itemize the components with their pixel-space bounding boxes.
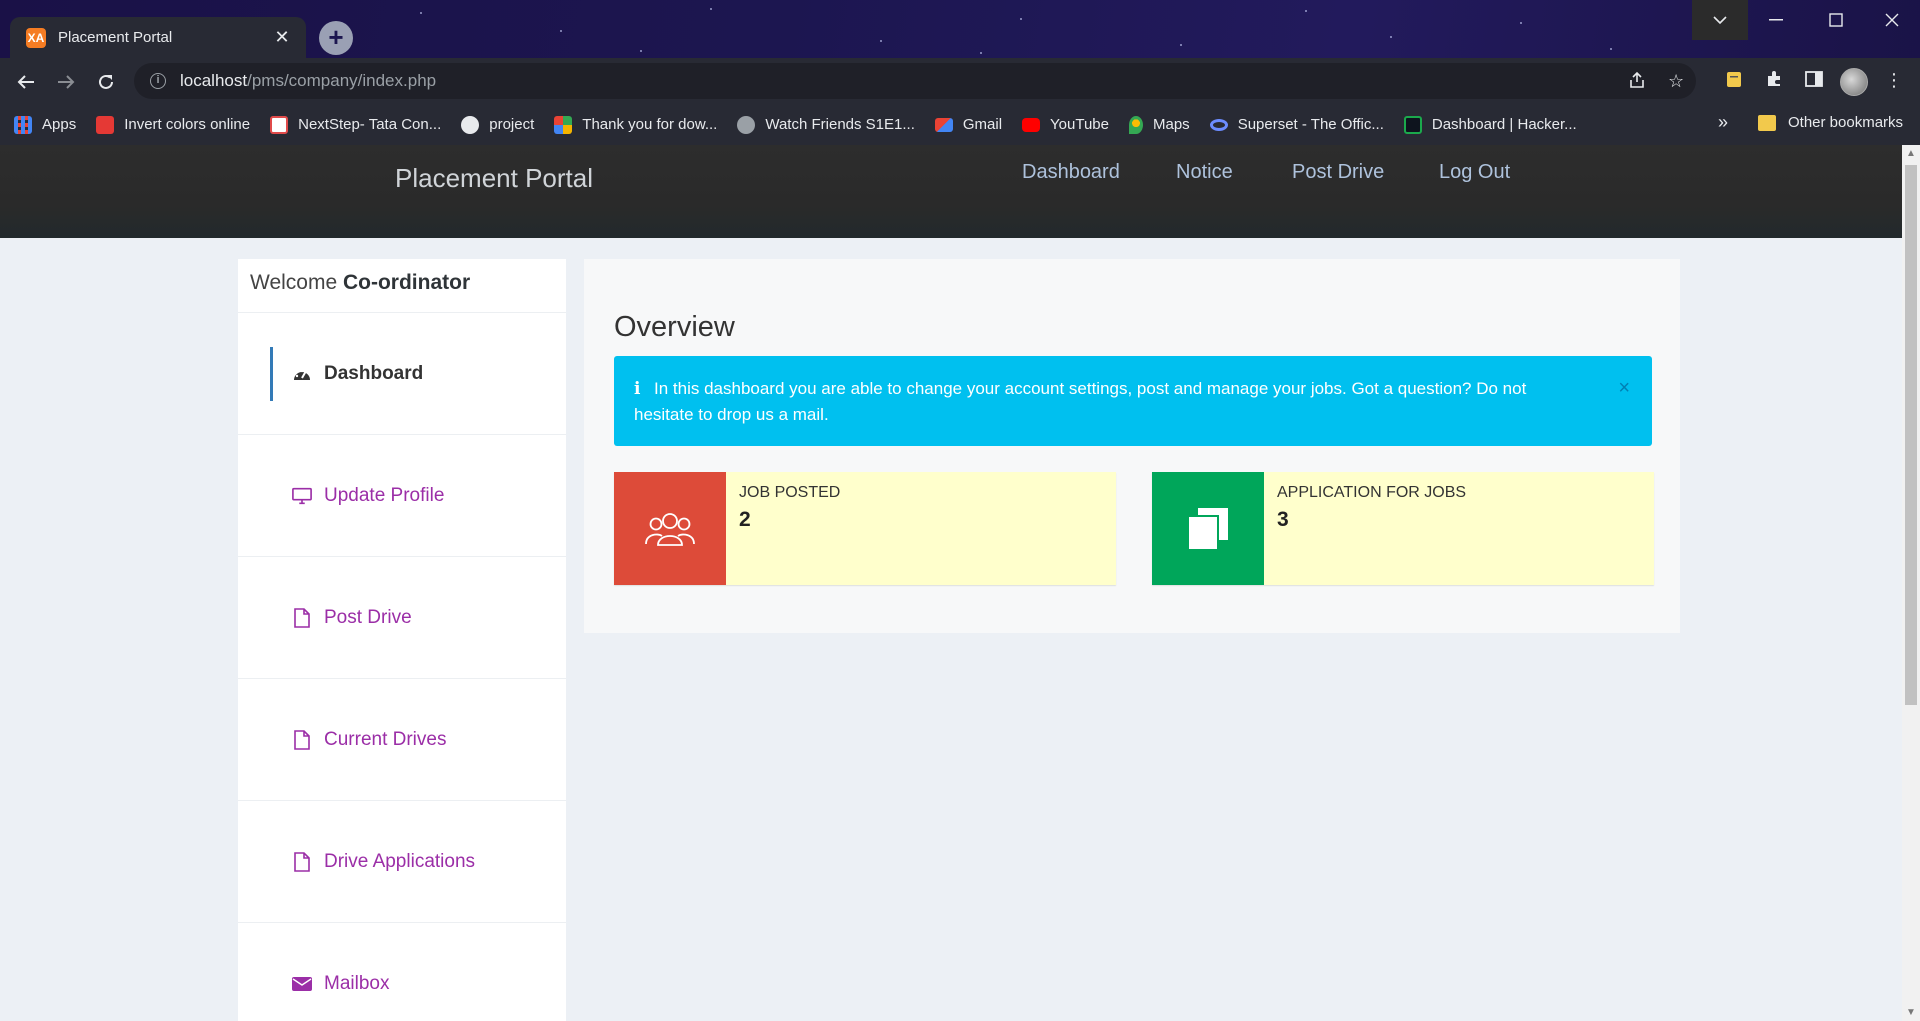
url-text: localhost/pms/company/index.php xyxy=(180,71,437,90)
page-title: Overview xyxy=(614,311,735,343)
welcome-header: Welcome Co-ordinator xyxy=(238,259,566,313)
bookmark-gmail[interactable]: Gmail xyxy=(934,116,1002,133)
forward-arrow-icon[interactable] xyxy=(50,66,82,98)
gmail-icon xyxy=(934,117,953,132)
youtube-icon xyxy=(1022,117,1041,132)
back-arrow-icon[interactable] xyxy=(10,66,42,98)
bookmark-watch-friends[interactable]: Watch Friends S1E1... xyxy=(737,115,915,134)
stat-label: JOB POSTED xyxy=(739,484,841,501)
bookmark-nextstep[interactable]: NextStep- Tata Con... xyxy=(270,115,441,134)
site-info-icon[interactable]: i xyxy=(150,73,166,89)
notes-extension-icon[interactable] xyxy=(1722,70,1746,94)
file-icon xyxy=(292,607,312,628)
sidebar: Welcome Co-ordinator Dashboard Update Pr… xyxy=(238,259,566,1021)
browser-menu-icon[interactable]: ⋮ xyxy=(1882,70,1906,94)
share-icon[interactable] xyxy=(1628,71,1646,94)
reload-icon[interactable] xyxy=(90,66,122,98)
tree-icon xyxy=(96,115,115,134)
bookmark-invert-colors[interactable]: Invert colors online xyxy=(96,115,250,134)
info-icon: i xyxy=(634,379,641,399)
browser-tab[interactable]: XA Placement Portal ✕ xyxy=(10,17,306,58)
bookmark-maps[interactable]: Maps xyxy=(1129,115,1190,134)
bookmark-hackerrank[interactable]: Dashboard | Hacker... xyxy=(1403,115,1577,134)
nav-post-drive[interactable]: Post Drive xyxy=(1292,161,1384,184)
monitor-icon xyxy=(292,486,312,506)
sidebar-item-label: Mailbox xyxy=(324,972,390,994)
reading-list-icon[interactable] xyxy=(1802,70,1826,94)
maps-pin-icon xyxy=(1129,115,1143,134)
page-scrollbar[interactable]: ▲ ▼ xyxy=(1902,145,1920,1021)
nav-dashboard[interactable]: Dashboard xyxy=(1022,161,1120,184)
xampp-favicon-icon: XA xyxy=(26,27,46,48)
bookmark-youtube[interactable]: YouTube xyxy=(1022,116,1109,133)
tab-strip: XA Placement Portal ✕ + xyxy=(0,0,1920,58)
scroll-down-arrow-icon[interactable]: ▼ xyxy=(1906,1007,1916,1018)
bookmark-superset[interactable]: Superset - The Offic... xyxy=(1209,116,1384,133)
dashboard-gauge-icon xyxy=(292,364,312,384)
bookmark-thank-you[interactable]: Thank you for dow... xyxy=(554,115,717,134)
scrollbar-thumb[interactable] xyxy=(1905,165,1917,705)
page: Placement Portal Dashboard Notice Post D… xyxy=(0,145,1902,1021)
extensions-puzzle-icon[interactable] xyxy=(1762,70,1786,94)
globe-icon xyxy=(737,115,756,134)
more-bookmarks-button[interactable]: » xyxy=(1718,112,1728,133)
alert-text: In this dashboard you are able to change… xyxy=(634,379,1527,424)
stat-label: APPLICATION FOR JOBS xyxy=(1277,484,1467,501)
profile-avatar[interactable] xyxy=(1840,68,1868,96)
bookmark-star-icon[interactable]: ☆ xyxy=(1668,71,1684,92)
info-alert: i In this dashboard you are able to chang… xyxy=(614,356,1652,446)
sidebar-item-drive-applications[interactable]: Drive Applications xyxy=(238,801,566,923)
brand-logo[interactable]: Placement Portal xyxy=(395,163,593,194)
sidebar-item-label: Dashboard xyxy=(324,362,424,384)
sidebar-item-label: Current Drives xyxy=(324,728,447,750)
browser-chrome: XA Placement Portal ✕ + i localhost/pms/… xyxy=(0,0,1920,145)
sidebar-item-label: Drive Applications xyxy=(324,850,476,872)
main-content: Overview i In this dashboard you are able… xyxy=(584,259,1680,633)
tab-close-icon[interactable]: ✕ xyxy=(272,27,292,48)
file-icon xyxy=(292,729,312,750)
tab-search-chevron-icon[interactable] xyxy=(1692,0,1748,40)
stat-box-jobs-posted: JOB POSTED 2 xyxy=(614,472,1116,585)
sidebar-item-label: Update Profile xyxy=(324,484,445,506)
other-bookmarks[interactable]: Other bookmarks xyxy=(1758,114,1903,131)
folder-icon xyxy=(1758,114,1776,131)
nav-notice[interactable]: Notice xyxy=(1176,161,1233,184)
sidebar-item-current-drives[interactable]: Current Drives xyxy=(238,679,566,801)
bookmark-apps[interactable]: Apps xyxy=(14,115,76,134)
copy-icon xyxy=(1152,472,1264,585)
windows-icon xyxy=(554,115,573,134)
user-name: Co-ordinator xyxy=(342,271,471,294)
stat-box-applications: APPLICATION FOR JOBS 3 xyxy=(1152,472,1654,585)
alert-close-button[interactable]: × xyxy=(1618,376,1630,401)
envelope-icon xyxy=(292,974,312,994)
tab-title: Placement Portal xyxy=(58,29,173,46)
nav-log-out[interactable]: Log Out xyxy=(1439,161,1510,184)
top-navbar: Placement Portal Dashboard Notice Post D… xyxy=(0,145,1902,238)
address-bar[interactable]: i localhost/pms/company/index.php ☆ xyxy=(134,63,1696,99)
sidebar-item-post-drive[interactable]: Post Drive xyxy=(238,557,566,679)
superset-icon xyxy=(1209,118,1228,131)
sidebar-item-update-profile[interactable]: Update Profile xyxy=(238,435,566,557)
apps-grid-icon xyxy=(14,115,32,134)
browser-toolbar: i localhost/pms/company/index.php ☆ ⋮ xyxy=(0,58,1920,104)
new-tab-button[interactable]: + xyxy=(319,21,353,55)
window-maximize-icon[interactable] xyxy=(1808,0,1864,40)
file-icon xyxy=(292,851,312,872)
users-icon xyxy=(614,472,726,585)
window-minimize-icon[interactable] xyxy=(1748,0,1804,40)
window-close-icon[interactable] xyxy=(1864,0,1920,40)
hackerrank-icon xyxy=(1403,115,1422,134)
bookmark-project[interactable]: project xyxy=(461,115,534,134)
sidebar-item-label: Post Drive xyxy=(324,606,412,628)
github-icon xyxy=(461,115,480,134)
scroll-up-arrow-icon[interactable]: ▲ xyxy=(1906,148,1916,159)
tcs-icon xyxy=(270,115,289,134)
sidebar-item-dashboard[interactable]: Dashboard xyxy=(238,313,566,435)
bookmarks-bar: Apps Invert colors online NextStep- Tata… xyxy=(0,104,1920,145)
sidebar-item-mailbox[interactable]: Mailbox xyxy=(238,923,566,1021)
stat-value: 2 xyxy=(739,508,751,531)
stat-value: 3 xyxy=(1277,508,1289,531)
